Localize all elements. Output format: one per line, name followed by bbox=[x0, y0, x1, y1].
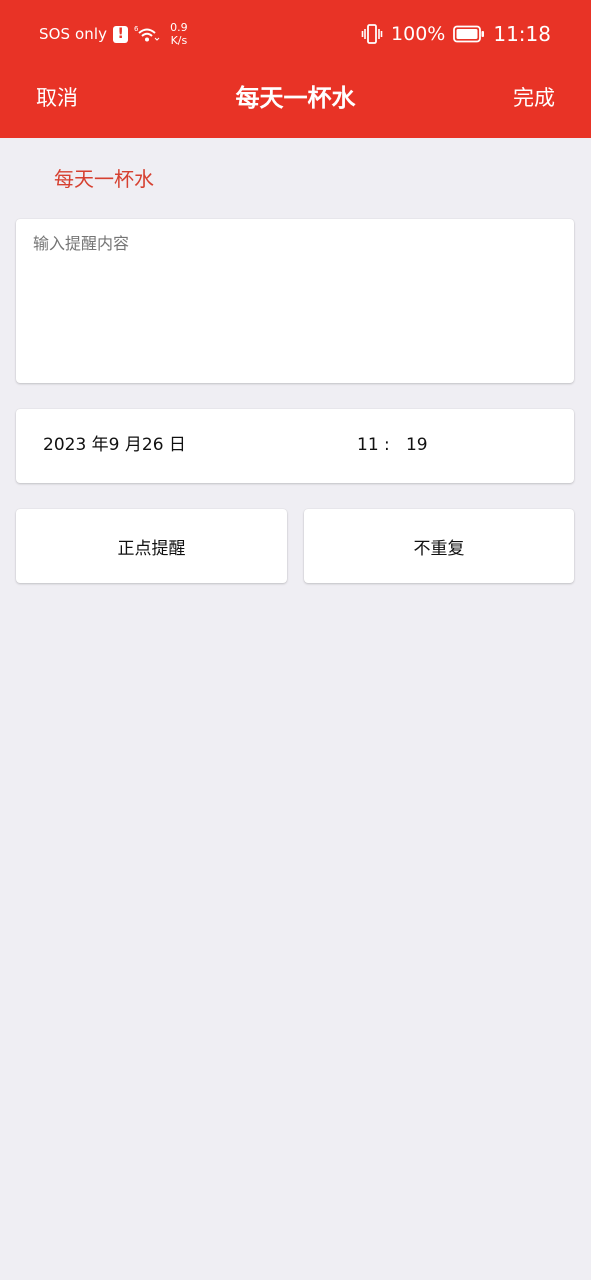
reminder-title: 每天一杯水 bbox=[54, 167, 154, 191]
net-speed-value: 0.9 bbox=[170, 21, 188, 34]
vibrate-icon bbox=[361, 23, 383, 45]
status-bar-right: 100% 11:18 bbox=[361, 20, 551, 48]
nav-bar: 取消 每天一杯水 完成 bbox=[0, 66, 591, 138]
time-picker[interactable]: 11 : 19 bbox=[357, 434, 428, 456]
svg-text:6: 6 bbox=[134, 25, 139, 33]
content-card bbox=[16, 219, 574, 383]
status-bar: SOS only ! 6 0.9 K/s 100% 11:18 bbox=[0, 0, 591, 66]
wifi-icon: 6 bbox=[134, 24, 160, 44]
reminder-content-input[interactable] bbox=[16, 219, 574, 383]
status-bar-left: SOS only ! 6 0.9 K/s bbox=[39, 18, 188, 50]
net-speed-unit: K/s bbox=[170, 34, 188, 47]
page-title: 每天一杯水 bbox=[235, 84, 356, 112]
net-speed: 0.9 K/s bbox=[170, 21, 188, 47]
remind-option-button[interactable]: 正点提醒 bbox=[16, 509, 287, 583]
battery-percent: 100% bbox=[391, 22, 446, 45]
carrier-label: SOS only bbox=[39, 24, 108, 43]
battery-icon bbox=[453, 25, 485, 43]
done-button[interactable]: 完成 bbox=[513, 86, 555, 110]
sim-alert-icon: ! bbox=[113, 25, 129, 43]
remind-option-label: 正点提醒 bbox=[117, 538, 186, 559]
date-picker[interactable]: 2023 年9 月26 日 bbox=[43, 434, 186, 456]
app-header: SOS only ! 6 0.9 K/s 100% 11:18 取消 每天一杯水… bbox=[0, 0, 591, 138]
datetime-card: 2023 年9 月26 日 11 : 19 bbox=[16, 409, 574, 483]
repeat-option-button[interactable]: 不重复 bbox=[304, 509, 574, 583]
repeat-option-label: 不重复 bbox=[413, 538, 465, 559]
clock: 11:18 bbox=[493, 22, 551, 46]
